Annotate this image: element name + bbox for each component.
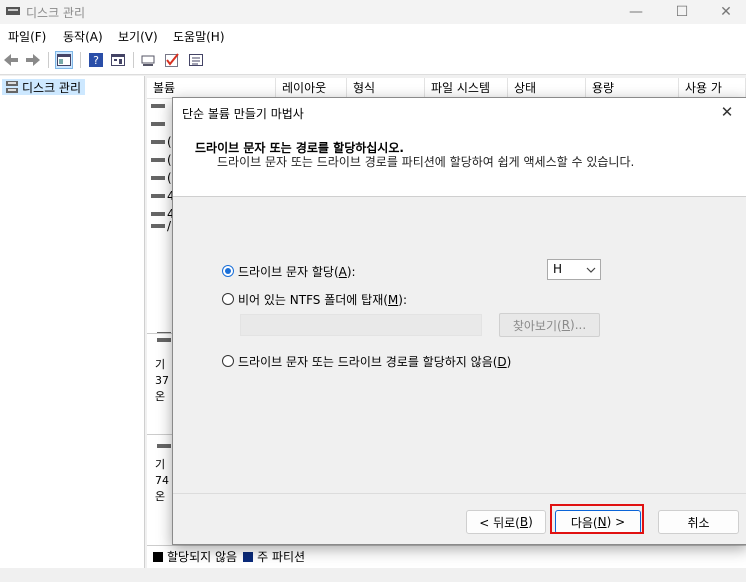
radio-mount-ntfs-folder[interactable]: [222, 293, 234, 305]
menu-help[interactable]: 도움말(H): [173, 28, 225, 45]
close-icon: ✕: [720, 4, 732, 20]
footer-divider: [173, 493, 746, 494]
cancel-button[interactable]: 취소: [658, 510, 739, 534]
disk-icon: [157, 338, 171, 342]
folder-path-input[interactable]: [240, 314, 482, 336]
help-icon[interactable]: ?: [87, 51, 105, 69]
radio-no-drive-letter[interactable]: [222, 355, 234, 367]
primary-partition-swatch: [243, 551, 254, 562]
volume-row[interactable]: (: [151, 135, 172, 149]
menu-file[interactable]: 파일(F): [8, 28, 46, 45]
legend-unallocated: 할당되지 않음: [167, 550, 238, 564]
back-arrow-icon[interactable]: [2, 51, 20, 69]
toolbar-separator: [80, 52, 81, 68]
toolbar-separator: [48, 52, 49, 68]
column-free-space[interactable]: 사용 가: [679, 78, 746, 98]
next-button-highlight: [550, 504, 644, 534]
close-icon: ✕: [720, 103, 734, 121]
radio-assign-drive-letter[interactable]: [222, 265, 234, 277]
status-bar: [0, 568, 746, 582]
dialog-close-button[interactable]: ✕: [707, 98, 746, 126]
column-file-system[interactable]: 파일 시스템: [425, 78, 508, 98]
console-tree: 디스크 관리: [0, 76, 145, 568]
minimize-button[interactable]: —: [613, 0, 659, 24]
dialog-title-bar: 단순 볼륨 만들기 마법사 ✕: [173, 98, 746, 126]
volume-row[interactable]: (: [151, 153, 172, 167]
unallocated-swatch: [153, 551, 163, 562]
toolbar-separator: [133, 52, 134, 68]
menu-bar: 파일(F) 동작(A) 보기(V) 도움말(H): [0, 24, 746, 46]
label-mount-ntfs-folder[interactable]: 비어 있는 NTFS 폴더에 탑재(M):: [238, 291, 407, 308]
forward-arrow-icon[interactable]: [24, 51, 42, 69]
drive-letter-select[interactable]: H: [547, 259, 601, 280]
divider: [157, 332, 171, 333]
title-bar: 디스크 관리 — ☐ ✕: [0, 0, 746, 24]
menu-view[interactable]: 보기(V): [118, 28, 158, 45]
volume-row[interactable]: [151, 104, 165, 108]
toolbar: ?: [0, 46, 746, 75]
back-button[interactable]: < 뒤로(B): [466, 510, 546, 534]
column-header: 볼륨 레이아웃 형식 파일 시스템 상태 용량 사용 가: [147, 78, 746, 99]
volume-row[interactable]: /: [151, 219, 171, 233]
check-icon[interactable]: [163, 51, 181, 69]
maximize-icon: ☐: [675, 4, 689, 20]
column-layout[interactable]: 레이아웃: [276, 78, 347, 98]
dialog-header: 드라이브 문자 또는 경로를 할당하십시오. 드라이브 문자 또는 드라이브 경…: [173, 126, 746, 197]
column-status[interactable]: 상태: [508, 78, 586, 98]
browse-button[interactable]: 찾아보기(R)...: [499, 313, 600, 337]
legend: 할당되지 않음 주 파티션: [147, 545, 746, 567]
column-volume[interactable]: 볼륨: [147, 78, 276, 98]
tree-item-disk-management[interactable]: 디스크 관리: [2, 79, 86, 95]
label-no-drive-letter[interactable]: 드라이브 문자 또는 드라이브 경로를 할당하지 않음(D): [238, 353, 511, 370]
column-type[interactable]: 형식: [347, 78, 425, 98]
legend-primary: 주 파티션: [257, 550, 306, 564]
svg-text:?: ?: [93, 54, 99, 67]
minimize-icon: —: [629, 4, 643, 20]
new-simple-volume-wizard: 단순 볼륨 만들기 마법사 ✕ 드라이브 문자 또는 경로를 할당하십시오. 드…: [172, 97, 746, 545]
drive-letter-value: H: [553, 262, 563, 276]
window-title: 디스크 관리: [26, 6, 86, 20]
disk-management-icon: [6, 81, 18, 93]
label-assign-drive-letter[interactable]: 드라이브 문자 할당(A):: [238, 263, 356, 280]
disk-management-app-icon: [6, 7, 20, 15]
volume-row[interactable]: (: [151, 171, 172, 185]
disk-icon: [157, 444, 171, 448]
list-icon[interactable]: [187, 51, 205, 69]
column-capacity[interactable]: 용량: [586, 78, 679, 98]
chevron-down-icon: [586, 267, 596, 273]
tree-item-label: 디스크 관리: [22, 80, 82, 95]
close-button[interactable]: ✕: [703, 0, 746, 24]
console-tree-icon[interactable]: [55, 51, 73, 69]
step-description: 드라이브 문자 또는 드라이브 경로를 파티션에 할당하여 쉽게 액세스할 수 …: [217, 155, 635, 169]
properties-icon[interactable]: [109, 51, 127, 69]
connect-icon[interactable]: [140, 51, 158, 69]
volume-row[interactable]: [151, 122, 165, 126]
dialog-title: 단순 볼륨 만들기 마법사: [182, 107, 304, 121]
menu-action[interactable]: 동작(A): [63, 28, 103, 45]
maximize-button[interactable]: ☐: [659, 0, 705, 24]
